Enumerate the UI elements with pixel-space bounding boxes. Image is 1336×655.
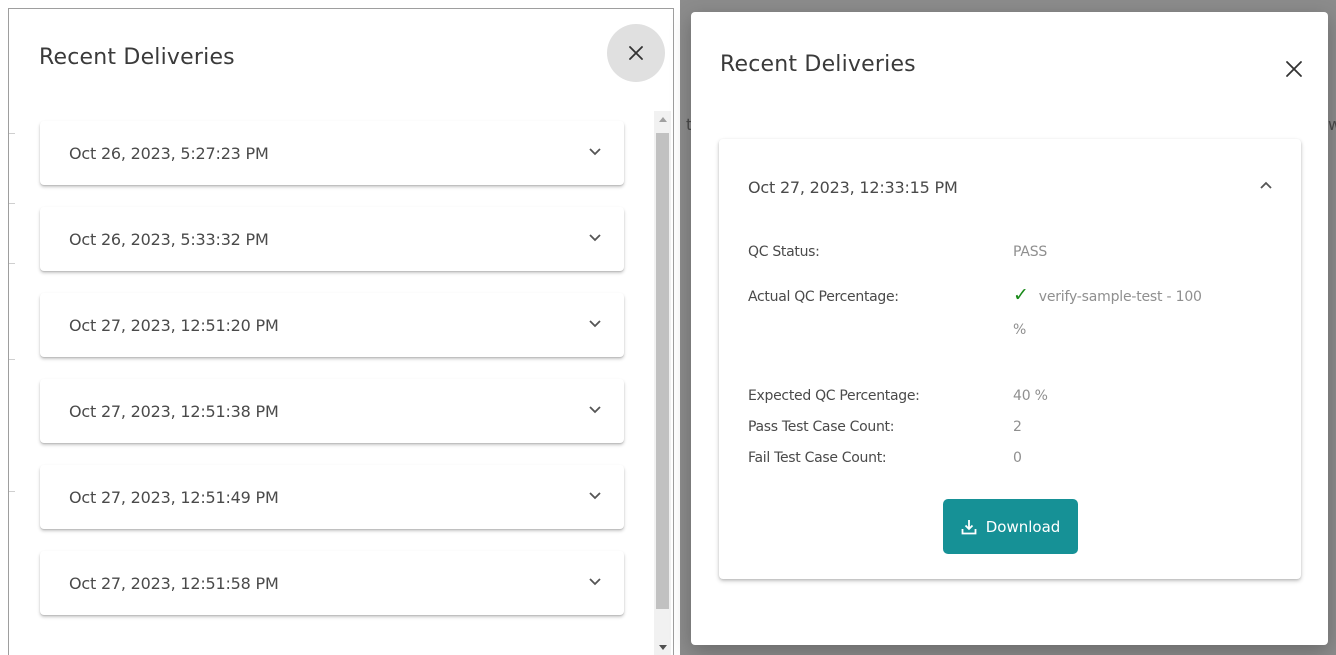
delivery-date: Oct 27, 2023, 12:51:49 PM <box>69 487 279 507</box>
chevron-down-icon <box>589 578 601 586</box>
download-button[interactable]: Download <box>943 499 1078 554</box>
delivery-date: Oct 27, 2023, 12:51:38 PM <box>69 401 279 421</box>
actual-qc-value-unit: % <box>1013 322 1027 338</box>
background-divider <box>9 203 15 204</box>
close-button[interactable] <box>1279 54 1309 84</box>
close-icon <box>1286 61 1302 77</box>
fail-count-value: 0 <box>1013 450 1022 466</box>
chevron-down-icon <box>589 234 601 242</box>
close-icon <box>629 46 643 60</box>
delivery-item[interactable]: Oct 26, 2023, 5:27:23 PM <box>40 121 624 185</box>
delivery-item[interactable]: Oct 26, 2023, 5:33:32 PM <box>40 207 624 271</box>
scroll-thumb[interactable] <box>656 133 669 609</box>
scroll-up-button[interactable] <box>654 111 671 128</box>
delivery-item[interactable]: Oct 27, 2023, 12:51:58 PM <box>40 551 624 615</box>
delivery-item[interactable]: Oct 27, 2023, 12:51:38 PM <box>40 379 624 443</box>
chevron-down-icon <box>589 320 601 328</box>
scrollbar[interactable] <box>654 111 671 655</box>
chevron-down-icon <box>589 492 601 500</box>
background-divider <box>9 491 15 492</box>
screenshot-stage: Recent Deliveries Oct 26, 2023, 5:27:23 … <box>0 0 1336 655</box>
background-text: w <box>1328 115 1336 134</box>
download-icon <box>961 519 977 534</box>
chevron-down-icon <box>589 406 601 414</box>
fail-count-label: Fail Test Case Count: <box>748 450 887 466</box>
qc-status-value: PASS <box>1013 244 1048 260</box>
delivery-detail-card: Oct 27, 2023, 12:33:15 PM QC Status: PAS… <box>719 139 1301 579</box>
scroll-up-arrow-icon <box>658 117 667 122</box>
pass-count-label: Pass Test Case Count: <box>748 419 895 435</box>
delivery-item[interactable]: Oct 27, 2023, 12:51:49 PM <box>40 465 624 529</box>
recent-deliveries-dialog-list: Recent Deliveries Oct 26, 2023, 5:27:23 … <box>8 8 674 655</box>
qc-status-label: QC Status: <box>748 244 820 260</box>
expected-qc-label: Expected QC Percentage: <box>748 388 920 404</box>
delivery-date: Oct 27, 2023, 12:51:58 PM <box>69 573 279 593</box>
actual-qc-value: ✓ verify-sample-test - 100 <box>1013 284 1202 306</box>
dialog-title: Recent Deliveries <box>720 52 916 77</box>
close-button[interactable] <box>607 24 665 82</box>
delivery-date: Oct 26, 2023, 5:33:32 PM <box>69 229 269 249</box>
background-divider <box>9 263 15 264</box>
actual-qc-value-text: verify-sample-test - 100 <box>1038 289 1202 305</box>
delivery-date: Oct 26, 2023, 5:27:23 PM <box>69 143 269 163</box>
chevron-down-icon <box>589 148 601 156</box>
deliveries-list[interactable]: Oct 26, 2023, 5:27:23 PM Oct 26, 2023, 5… <box>9 111 675 655</box>
check-icon: ✓ <box>1013 284 1029 306</box>
delivery-date: Oct 27, 2023, 12:33:15 PM <box>748 178 958 197</box>
chevron-up-icon[interactable] <box>1259 181 1273 190</box>
recent-deliveries-dialog-detail: Recent Deliveries Oct 27, 2023, 12:33:15… <box>691 12 1328 645</box>
scroll-down-arrow-icon <box>658 645 667 650</box>
background-divider <box>9 133 15 134</box>
delivery-date: Oct 27, 2023, 12:51:20 PM <box>69 315 279 335</box>
delivery-item[interactable]: Oct 27, 2023, 12:51:20 PM <box>40 293 624 357</box>
background-divider <box>9 359 15 360</box>
actual-qc-label: Actual QC Percentage: <box>748 289 899 305</box>
expected-qc-value: 40 % <box>1013 388 1048 404</box>
pass-count-value: 2 <box>1013 419 1022 435</box>
download-label: Download <box>985 517 1061 536</box>
dialog-title: Recent Deliveries <box>39 45 235 70</box>
scroll-down-button[interactable] <box>654 639 671 655</box>
